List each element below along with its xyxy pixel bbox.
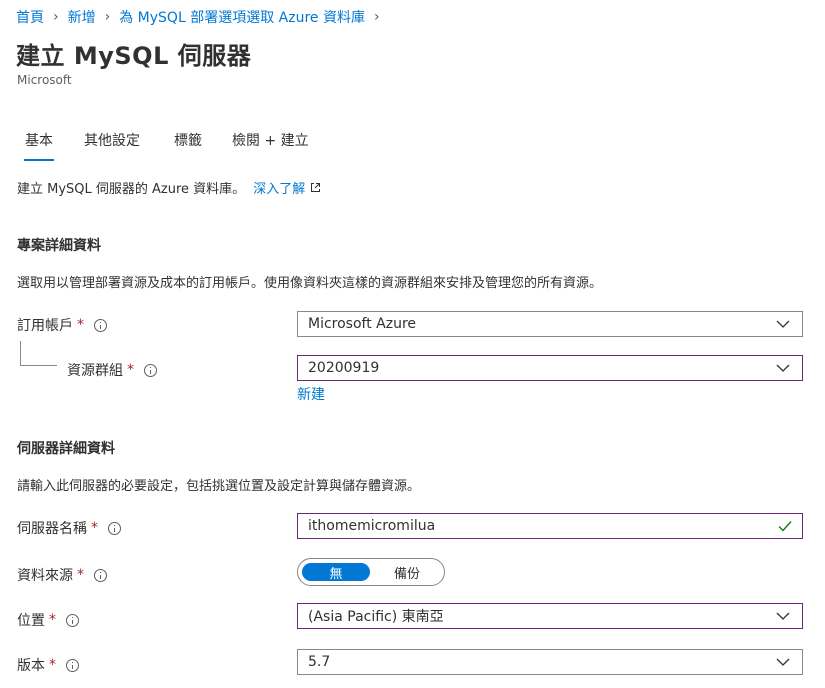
chevron-right-icon: › <box>53 9 59 25</box>
subscription-label: 訂用帳戶 * <box>17 315 107 335</box>
breadcrumb-new[interactable]: 新增 <box>68 7 96 27</box>
chevron-right-icon: › <box>373 9 380 25</box>
required-marker: * <box>49 612 56 628</box>
required-marker: * <box>91 520 98 536</box>
server-name-value: ithomemicromilua <box>308 518 436 534</box>
version-value: 5.7 <box>308 654 331 670</box>
subscription-label-text: 訂用帳戶 <box>17 318 73 334</box>
data-source-option-none[interactable]: 無 <box>302 563 370 582</box>
server-name-label-text: 伺服器名稱 <box>17 521 87 537</box>
location-label: 位置 * <box>17 610 79 630</box>
tab-additional-settings[interactable]: 其他設定 <box>84 130 140 150</box>
server-name-input[interactable]: ithomemicromilua <box>297 513 803 539</box>
learn-more-link[interactable]: 深入了解 <box>253 178 305 197</box>
chevron-down-icon <box>776 658 790 666</box>
info-icon[interactable] <box>66 613 79 627</box>
tab-review-create[interactable]: 檢閱 + 建立 <box>232 130 309 150</box>
project-details-heading: 專案詳細資料 <box>17 238 101 254</box>
data-source-label-text: 資料來源 <box>17 568 73 584</box>
info-icon[interactable] <box>144 363 157 377</box>
server-name-label: 伺服器名稱 * <box>17 518 121 538</box>
location-value: (Asia Pacific) 東南亞 <box>308 609 444 625</box>
resource-group-label-text: 資源群組 <box>67 363 123 379</box>
breadcrumb-home[interactable]: 首頁 <box>16 7 44 27</box>
tree-connector <box>20 341 57 366</box>
server-details-heading: 伺服器詳細資料 <box>17 441 115 457</box>
breadcrumb: 首頁 › 新增 › 為 MySQL 部署選項選取 Azure 資料庫 › <box>16 7 389 27</box>
info-icon[interactable] <box>94 318 107 332</box>
server-details-description: 請輸入此伺服器的必要設定，包括挑選位置及設定計算與儲存體資源。 <box>17 479 421 494</box>
location-dropdown[interactable]: (Asia Pacific) 東南亞 <box>297 603 803 629</box>
info-icon[interactable] <box>94 568 107 582</box>
location-label-text: 位置 <box>17 613 45 629</box>
intro-description: 建立 MySQL 伺服器的 Azure 資料庫。 <box>17 182 246 197</box>
required-marker: * <box>77 317 84 333</box>
version-label-text: 版本 <box>17 658 45 674</box>
info-icon[interactable] <box>66 658 79 672</box>
chevron-down-icon <box>776 612 790 620</box>
data-source-label: 資料來源 * <box>17 565 107 585</box>
project-details-description: 選取用以管理部署資源及成本的訂用帳戶。使用像資料夾這樣的資源群組來安排及管理您的… <box>17 276 603 291</box>
required-marker: * <box>49 657 56 673</box>
resource-group-value: 20200919 <box>308 360 380 376</box>
data-source-toggle[interactable]: 無 備份 <box>297 558 445 586</box>
breadcrumb-select-deployment[interactable]: 為 MySQL 部署選項選取 Azure 資料庫 <box>119 7 365 27</box>
intro-text: 建立 MySQL 伺服器的 Azure 資料庫。 深入了解 <box>17 178 321 197</box>
subscription-value: Microsoft Azure <box>308 316 417 332</box>
resource-group-label: 資源群組 * <box>67 360 157 380</box>
tab-basics[interactable]: 基本 <box>24 130 54 161</box>
version-label: 版本 * <box>17 655 79 675</box>
tab-tags[interactable]: 標籤 <box>174 130 202 150</box>
page-subtitle: Microsoft <box>17 73 72 87</box>
subscription-dropdown[interactable]: Microsoft Azure <box>297 311 803 337</box>
page-title: 建立 MySQL 伺服器 <box>16 42 252 70</box>
version-dropdown[interactable]: 5.7 <box>297 649 803 675</box>
chevron-down-icon <box>776 364 790 372</box>
create-new-resource-group-link[interactable]: 新建 <box>297 384 325 404</box>
info-icon[interactable] <box>108 521 121 535</box>
data-source-option-backup[interactable]: 備份 <box>374 563 440 582</box>
checkmark-icon <box>778 521 792 532</box>
required-marker: * <box>127 362 134 378</box>
external-link-icon <box>311 183 321 192</box>
chevron-right-icon: › <box>104 9 111 25</box>
required-marker: * <box>77 567 84 583</box>
chevron-down-icon <box>776 320 790 328</box>
resource-group-dropdown[interactable]: 20200919 <box>297 355 803 381</box>
